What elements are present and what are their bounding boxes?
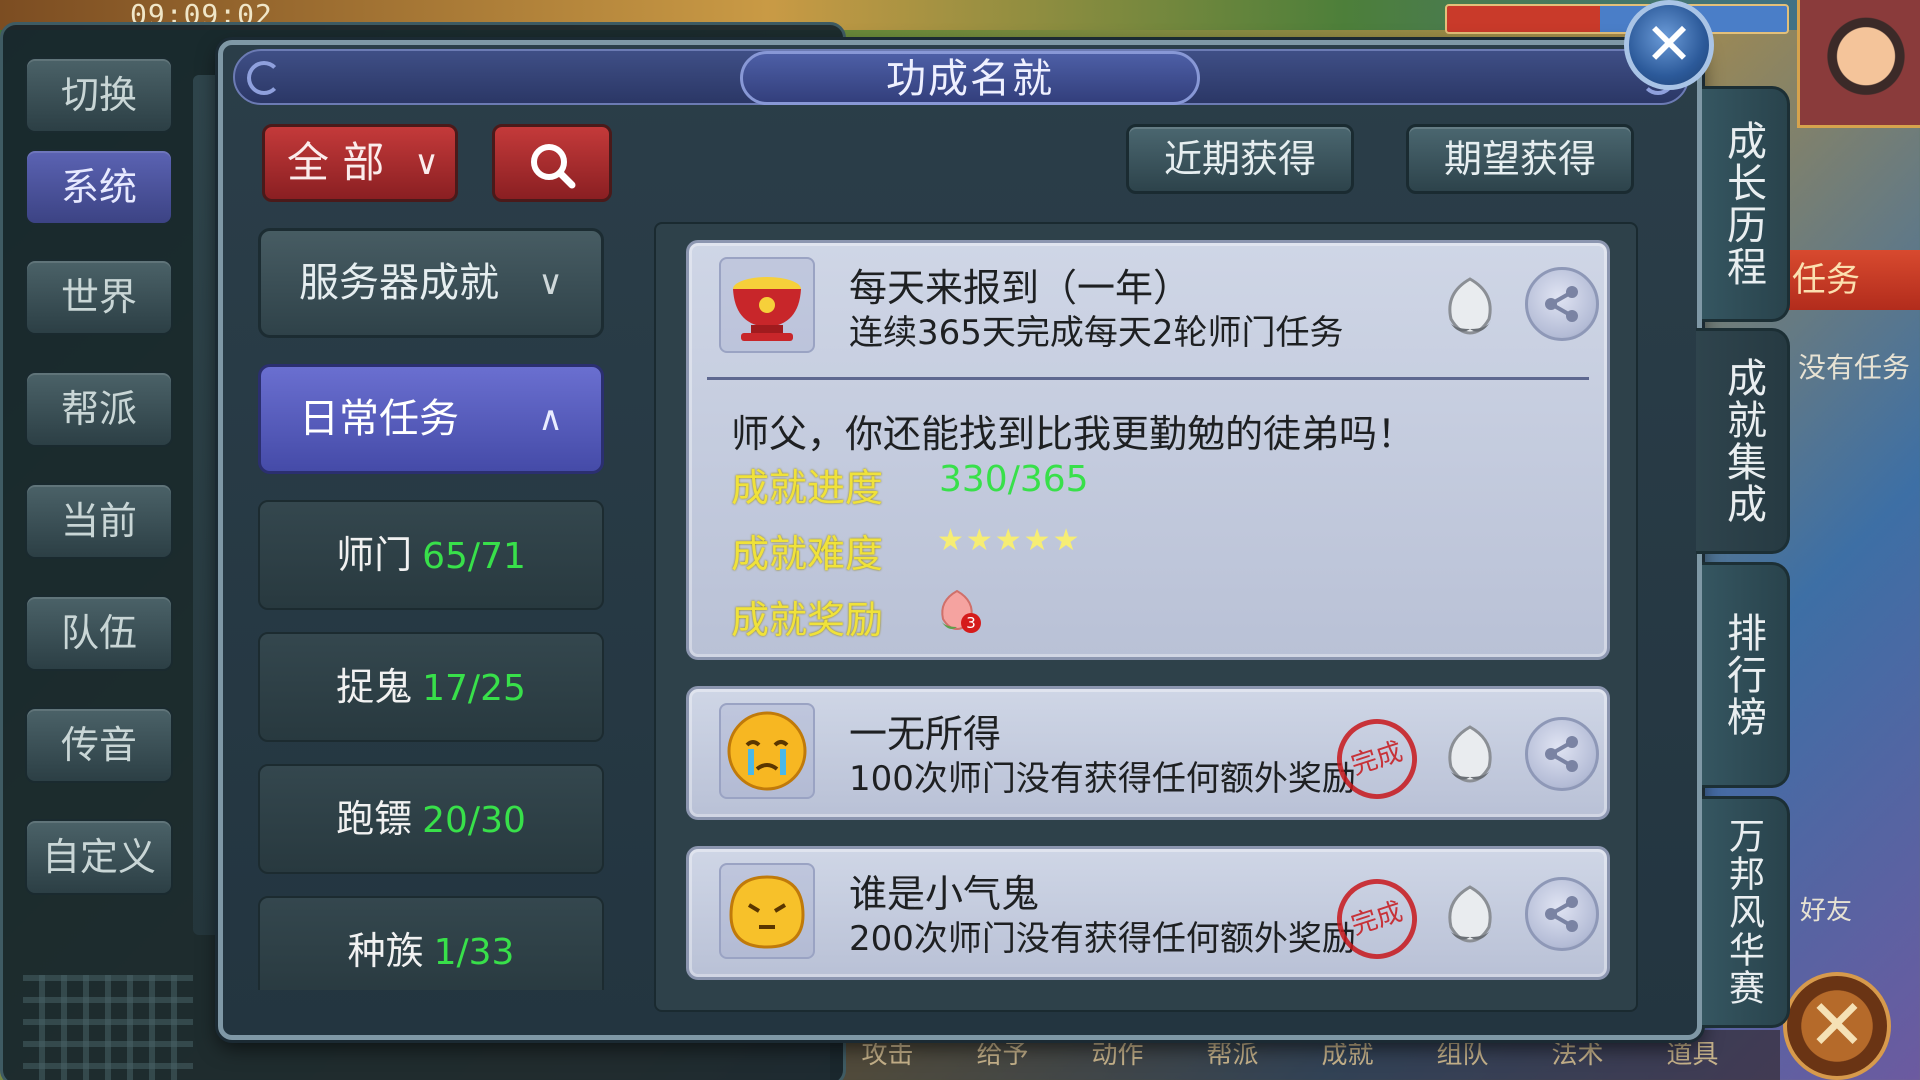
category-daily-label: 日常任务	[299, 396, 459, 442]
close-button[interactable]: ✕	[1624, 0, 1714, 90]
achievement-desc: 100次师门没有获得任何额外奖励	[849, 759, 1356, 799]
chat-tab-whisper[interactable]: 传音	[25, 707, 173, 783]
sub-item-zhongzu[interactable]: 种族 1/33	[258, 896, 604, 990]
sub-item-shimen[interactable]: 师门 65/71	[258, 500, 604, 610]
achievement-quote: 师父，你还能找到比我更勤勉的徒弟吗！	[731, 412, 1416, 456]
chat-tab-system[interactable]: 系统	[25, 149, 173, 225]
share-button[interactable]	[1525, 877, 1599, 951]
dialog-title: 功成名就	[886, 56, 1054, 102]
side-tab-achievements[interactable]: 成就集成	[1696, 328, 1790, 554]
sub-item-count: 20/30	[422, 800, 526, 841]
achievement-title: 一无所得	[849, 712, 1002, 756]
recent-button[interactable]: 近期获得	[1126, 124, 1354, 194]
treasure-bowl-icon	[719, 257, 815, 353]
search-icon	[531, 144, 576, 189]
card-divider	[707, 377, 1589, 380]
side-tab-contest[interactable]: 万邦风华赛	[1702, 796, 1790, 1028]
category-server-label: 服务器成就	[299, 260, 499, 306]
achievement-desc: 200次师门没有获得任何额外奖励	[849, 919, 1356, 959]
share-icon	[1545, 896, 1578, 932]
player-portrait[interactable]	[1797, 0, 1920, 128]
reward-label: 成就奖励	[731, 598, 884, 642]
task-tracker[interactable]: 任务	[1786, 250, 1920, 310]
sub-item-paobiao[interactable]: 跑镖 20/30	[258, 764, 604, 874]
category-server[interactable]: 服务器成就 ∨	[258, 228, 604, 338]
title-plate: 功成名就	[740, 51, 1200, 105]
filter-label: 全 部	[287, 138, 385, 187]
achievement-title: 每天来报到（一年）	[849, 266, 1192, 310]
sub-item-name: 捉鬼	[336, 665, 413, 709]
bottom-close-button[interactable]: ✕	[1783, 972, 1891, 1080]
swirl-ornament-icon	[247, 61, 281, 95]
share-icon	[1545, 736, 1578, 772]
subcategory-list: 师门 65/71 捉鬼 17/25 跑镖 20/30 种族 1/33	[258, 500, 604, 990]
achievement-desc: 连续365天完成每天2轮师门任务	[849, 313, 1344, 353]
side-tab-ranking[interactable]: 排行榜	[1702, 562, 1790, 788]
share-button[interactable]	[1525, 717, 1599, 791]
achievement-list[interactable]: 每天来报到（一年） 连续365天完成每天2轮师门任务 师父，你还能找到比我更勤勉…	[654, 222, 1638, 1012]
close-icon: ✕	[1644, 10, 1694, 78]
search-button[interactable]	[492, 124, 612, 202]
peach-reward-icon	[1435, 719, 1505, 789]
chat-tab-switch[interactable]: 切换	[25, 57, 173, 133]
chevron-up-icon: ∧	[538, 399, 563, 439]
dialog-header: 功成名就	[233, 49, 1689, 105]
side-tab-growth[interactable]: 成长历程	[1702, 86, 1790, 322]
category-daily[interactable]: 日常任务 ∧	[258, 364, 604, 474]
peach-reward-icon	[1435, 879, 1505, 949]
difficulty-label: 成就难度	[731, 532, 884, 576]
filter-dropdown[interactable]: 全 部 ∨	[262, 124, 458, 202]
sub-item-name: 种族	[347, 929, 424, 973]
panel-decoration	[23, 975, 193, 1080]
hp-mp-bars	[1445, 4, 1789, 34]
sub-item-name: 跑镖	[336, 797, 413, 841]
achievement-title: 谁是小气鬼	[849, 872, 1040, 916]
difficulty-stars: ★★★★★	[937, 523, 1082, 558]
share-button[interactable]	[1525, 267, 1599, 341]
chat-tab-guild[interactable]: 帮派	[25, 371, 173, 447]
achievement-card[interactable]: 一无所得 100次师门没有获得任何额外奖励 完成	[686, 686, 1610, 820]
chat-tab-current[interactable]: 当前	[25, 483, 173, 559]
chevron-down-icon: ∨	[538, 263, 563, 303]
sub-item-count: 17/25	[422, 668, 526, 709]
sub-item-count: 1/33	[433, 932, 515, 973]
sub-item-name: 师门	[336, 533, 413, 577]
chat-tab-team[interactable]: 队伍	[25, 595, 173, 671]
share-icon	[1545, 286, 1578, 322]
reward-count-badge: 3	[961, 613, 981, 633]
sub-item-count: 65/71	[422, 536, 526, 577]
progress-label: 成就进度	[731, 466, 884, 510]
no-task-text: 没有任务	[1798, 351, 1911, 384]
achievement-card-expanded[interactable]: 每天来报到（一年） 连续365天完成每天2轮师门任务 师父，你还能找到比我更勤勉…	[686, 240, 1610, 660]
sub-item-zhuogui[interactable]: 捉鬼 17/25	[258, 632, 604, 742]
crying-face-icon	[719, 703, 815, 799]
expected-button[interactable]: 期望获得	[1406, 124, 1634, 194]
reward-peach-icon[interactable]: 3	[933, 585, 983, 635]
peach-reward-icon	[1435, 271, 1505, 341]
chevron-down-icon: ∨	[414, 143, 439, 183]
chat-tab-custom[interactable]: 自定义	[25, 819, 173, 895]
achievement-card[interactable]: 谁是小气鬼 200次师门没有获得任何额外奖励 完成	[686, 846, 1610, 980]
stingy-face-icon	[719, 863, 815, 959]
chat-tab-world[interactable]: 世界	[25, 259, 173, 335]
progress-value: 330/365	[939, 459, 1089, 500]
friend-label[interactable]: 好友	[1800, 890, 1852, 927]
